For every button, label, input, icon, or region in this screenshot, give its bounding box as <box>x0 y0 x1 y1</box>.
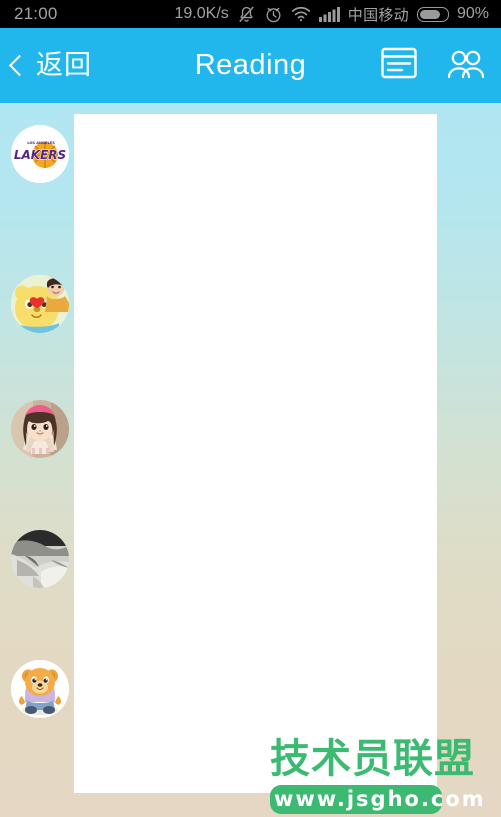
chevron-left-icon <box>8 54 31 77</box>
avatar-lakers[interactable]: LAKERS LOS ANGELES <box>11 125 69 183</box>
avatar-orange-bear[interactable] <box>11 660 69 718</box>
title-bar: 返回 Reading <box>0 28 501 103</box>
members-group-icon[interactable] <box>447 47 487 84</box>
alarm-clock-icon <box>264 5 283 24</box>
battery-percent-text: 90% <box>456 5 489 22</box>
avatar-girl-pink-headband[interactable] <box>11 400 69 458</box>
battery-icon <box>416 6 449 22</box>
carrier-name: 中国移动 <box>347 6 409 24</box>
article-list-icon[interactable] <box>381 47 417 84</box>
avatar-yellow-bear-heart[interactable] <box>11 275 69 333</box>
mute-bell-icon <box>237 5 256 24</box>
status-time: 21:00 <box>14 4 58 23</box>
phone-screen: 21:00 19.0K/s 中国移动 90% 返回 Reading LAKERS… <box>0 0 501 817</box>
content-area: LAKERS LOS ANGELES <box>0 103 501 817</box>
svg-text:LAKERS: LAKERS <box>14 148 66 162</box>
status-right-cluster: 19.0K/s 中国移动 90% <box>175 4 490 25</box>
back-button[interactable]: 返回 <box>8 50 92 80</box>
back-button-label: 返回 <box>36 50 92 80</box>
title-bar-actions <box>381 47 487 84</box>
status-bar: 21:00 19.0K/s 中国移动 90% <box>0 0 501 28</box>
network-speed-text: 19.0K/s <box>174 5 229 22</box>
avatar-rail: LAKERS LOS ANGELES <box>0 103 74 817</box>
svg-text:LOS ANGELES: LOS ANGELES <box>27 141 55 145</box>
reading-panel[interactable] <box>74 114 437 793</box>
avatar-grayscale-photo[interactable] <box>11 530 69 588</box>
signal-bars-icon <box>318 6 340 22</box>
wifi-icon <box>291 6 311 22</box>
